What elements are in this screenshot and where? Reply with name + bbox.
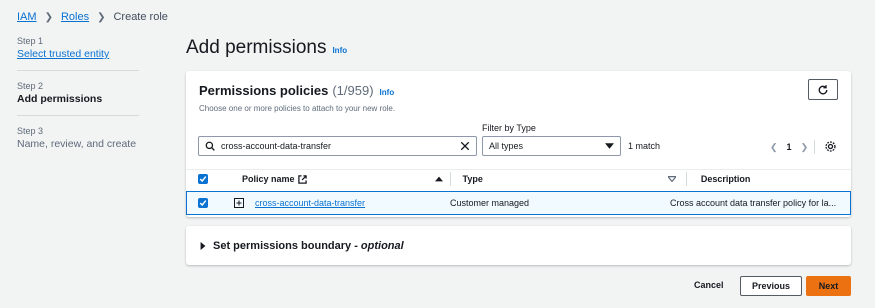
step-current-add-permissions: Add permissions [17,93,103,105]
step-link-select-trusted-entity[interactable]: Select trusted entity [17,48,139,60]
panel-title: Permissions policies [199,83,329,98]
policy-count: (1/959) [332,83,374,98]
step-number: Step 2 [17,81,44,91]
step-number: Step 3 [17,126,44,136]
filter-by-type-label: Filter by Type [482,123,536,133]
chevron-right-icon: ❯ [97,11,106,23]
info-link[interactable]: Info [332,46,347,55]
step-1: Step 1 Select trusted entity [17,36,139,71]
page-header: Add permissions Info [186,37,347,59]
next-button[interactable]: Next [806,276,851,296]
type-filter-select[interactable]: All types [482,136,621,156]
step-3: Step 3 Name, review, and create [17,126,139,160]
refresh-icon [818,84,828,94]
permissions-policies-panel: Permissions policies (1/959) Info Choose… [186,71,851,217]
clear-icon[interactable] [460,141,470,151]
caret-right-icon [200,241,206,250]
panel-header: Permissions policies (1/959) Info Choose… [199,83,395,113]
match-count: 1 match [628,141,661,151]
sort-icon[interactable] [667,176,676,182]
expand-plus-icon[interactable] [234,198,244,208]
table-header: Policy name Type Description [186,169,851,188]
page-title: Add permissions [186,37,327,58]
column-header-policy-name[interactable]: Policy name [242,174,307,184]
chevron-left-icon[interactable]: ❮ [770,142,778,153]
previous-button[interactable]: Previous [740,276,802,296]
column-header-type[interactable]: Type [463,174,483,184]
boundary-optional: optional [360,239,404,252]
breadcrumb: IAM ❯ Roles ❯ Create role [17,11,168,23]
breadcrumb-roles[interactable]: Roles [61,11,89,23]
external-link-icon [297,174,307,184]
permissions-boundary-section[interactable]: Set permissions boundary - optional [186,226,851,265]
caret-down-icon [605,143,614,149]
column-header-description[interactable]: Description [701,174,751,184]
table-row[interactable]: cross-account-data-transfer Customer man… [186,191,851,215]
chevron-right-icon: ❯ [44,11,53,23]
check-icon [199,176,207,183]
divider [814,140,816,154]
check-icon [199,200,207,207]
page-number[interactable]: 1 [787,142,792,152]
gear-icon[interactable] [824,140,837,153]
column-divider [449,172,451,186]
row-checkbox[interactable] [198,198,208,208]
step-2: Step 2 Add permissions [17,81,139,116]
boundary-label: Set permissions boundary - [213,239,361,252]
policy-type: Customer managed [450,198,530,208]
panel-description: Choose one or more policies to attach to… [199,104,396,113]
policy-name-link[interactable]: cross-account-data-transfer [255,198,450,208]
policy-description: Cross account data transfer policy for l… [670,198,837,208]
wizard-steps: Step 1 Select trusted entity Step 2 Add … [17,36,139,170]
sort-asc-icon[interactable] [434,176,443,182]
info-link[interactable]: Info [380,88,395,97]
step-number: Step 1 [17,36,44,46]
search-value: cross-account-data-transfer [221,141,332,151]
column-label: Policy name [242,174,295,184]
select-value: All types [489,141,524,151]
refresh-button[interactable] [808,79,838,100]
breadcrumb-iam[interactable]: IAM [17,11,37,23]
breadcrumb-current: Create role [113,11,168,23]
pagination: ❮ 1 ❯ [770,140,821,154]
step-name-review: Name, review, and create [17,138,137,150]
cancel-button[interactable]: Cancel [694,280,724,290]
policy-search-input[interactable]: cross-account-data-transfer [198,136,477,156]
select-all-checkbox[interactable] [198,174,208,184]
search-icon [205,141,215,151]
chevron-right-icon[interactable]: ❯ [801,142,809,153]
column-divider [685,172,687,186]
